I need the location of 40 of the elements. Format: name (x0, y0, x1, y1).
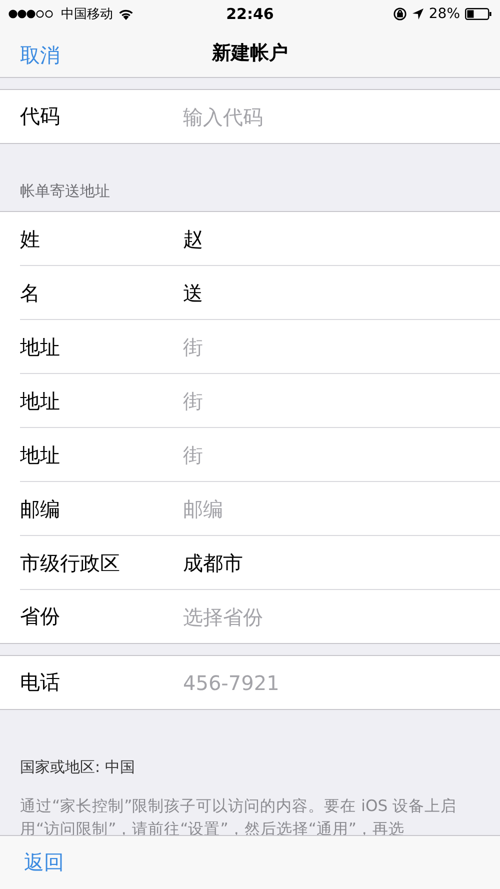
field-label: 地址 (20, 388, 61, 414)
field-label: 电话 (20, 669, 61, 696)
section-header: 帐单寄送地址 (19, 181, 111, 202)
input-field[interactable]: 送 (183, 277, 480, 309)
form-row[interactable]: 地址 街 (0, 428, 500, 482)
input-field[interactable]: 选择省份 (183, 600, 480, 632)
form-row[interactable]: 市级行政区 成都市 (0, 536, 500, 590)
input-field[interactable]: 赵 (183, 223, 480, 255)
input-field[interactable]: 街 (183, 385, 480, 417)
form-row[interactable]: 地址 街 (0, 320, 500, 374)
input-field[interactable]: 456-7921 (183, 666, 480, 698)
country-text: 国家或地区: 中国 (20, 758, 136, 777)
field-label: 市级行政区 (20, 550, 121, 576)
form-row[interactable]: 电话 456-7921 (0, 656, 500, 709)
clock-time: 22:46 (226, 5, 274, 23)
field-label: 邮编 (20, 496, 61, 522)
field-label: 名 (20, 280, 41, 306)
form-row[interactable]: 代码 输入代码 (0, 90, 500, 143)
input-field[interactable]: 街 (183, 331, 480, 363)
location-arrow-icon (412, 8, 424, 20)
rotation-lock-icon (392, 7, 407, 21)
input-field[interactable]: 输入代码 (183, 100, 480, 132)
field-label: 姓 (20, 226, 41, 252)
form-row[interactable]: 省份 选择省份 (0, 590, 500, 643)
input-field[interactable]: 成都市 (183, 547, 480, 579)
form-row[interactable]: 邮编 邮编 (0, 482, 500, 536)
form-row[interactable]: 姓 赵 (0, 212, 500, 266)
wifi-icon (118, 8, 134, 20)
carrier-name: 中国移动 (61, 6, 113, 23)
input-field[interactable]: 邮编 (183, 493, 480, 525)
form-row[interactable]: 地址 街 (0, 374, 500, 428)
field-label: 地址 (20, 442, 61, 468)
field-label: 代码 (20, 103, 61, 130)
screen-title: 新建帐户 (212, 40, 288, 66)
field-label: 地址 (20, 334, 61, 360)
battery-icon (465, 8, 492, 20)
form-row[interactable]: 名 送 (0, 266, 500, 320)
battery-percent: 28% (428, 6, 460, 22)
field-label: 省份 (20, 603, 61, 630)
input-field[interactable]: 街 (183, 439, 480, 471)
